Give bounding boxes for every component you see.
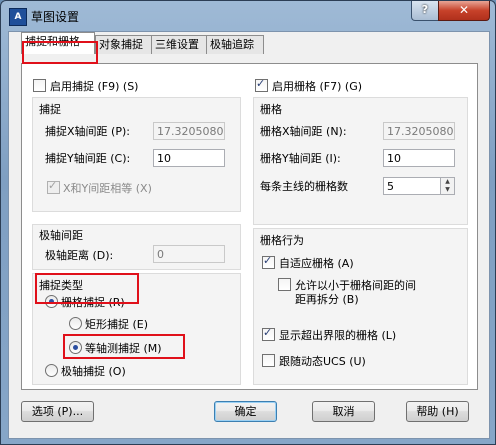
grid-behavior-title: 栅格行为 [260,234,304,247]
snap-x-spacing-label: 捕捉X轴间距 (P): [45,125,130,138]
snap-y-spacing-input[interactable]: 10 [153,149,225,167]
spin-down-icon[interactable]: ▼ [441,186,454,194]
enable-snap-checkbox[interactable] [33,79,46,92]
spin-up-icon[interactable]: ▲ [441,178,454,186]
snap-y-spacing-label: 捕捉Y轴间距 (C): [45,152,131,165]
polar-distance-label: 极轴距离 (D): [45,249,114,262]
major-line-label: 每条主线的栅格数 [260,180,348,193]
snap-group-title: 捕捉 [39,103,61,116]
dialog-client: 捕捉和栅格 对象捕捉 三维设置 极轴追踪 启用捕捉 (F9) (S) 捕捉 捕捉… [8,31,490,439]
help-button[interactable]: 帮助 (H) [406,401,469,422]
dialog-window: A 草图设置 ? ✕ 捕捉和栅格 对象捕捉 三维设置 极轴追踪 启用捕捉 (F9… [0,0,496,445]
polar-distance-input[interactable]: 0 [153,245,225,263]
grid-group-title: 栅格 [260,103,282,116]
follow-ucs-label: 跟随动态UCS (U) [279,355,366,368]
title-bar[interactable]: A 草图设置 ? ✕ [1,1,495,31]
grid-x-spacing-label: 栅格X轴间距 (N): [260,125,347,138]
grid-group: 栅格 栅格X轴间距 (N): 17.32050807 栅格Y轴间距 (I): 1… [253,97,468,225]
enable-grid-label: 启用栅格 (F7) (G) [272,80,363,93]
enable-grid-checkbox[interactable] [255,77,268,92]
snap-group: 捕捉 捕捉X轴间距 (P): 17.32050807 捕捉Y轴间距 (C): 1… [32,97,241,212]
cancel-button[interactable]: 取消 [312,401,375,422]
rect-snap-radio[interactable] [69,317,82,330]
equal-xy-checkbox[interactable] [47,179,60,194]
beyond-limits-checkbox[interactable] [262,326,275,341]
options-button[interactable]: 选项 (P)... [21,401,94,422]
tab-polar-tracking[interactable]: 极轴追踪 [206,35,264,54]
follow-ucs-checkbox[interactable] [262,354,275,367]
tab-highlight-box [22,41,98,64]
subdivide-checkbox[interactable] [278,278,291,291]
snap-x-spacing-input[interactable]: 17.32050807 [153,122,225,140]
close-button[interactable]: ✕ [438,1,490,21]
equal-xy-label: X和Y间距相等 (X) [63,182,152,195]
enable-snap-label: 启用捕捉 (F9) (S) [50,80,139,93]
polar-snap-radio[interactable] [45,364,58,377]
tab-3d-settings[interactable]: 三维设置 [151,35,209,54]
autocad-app-icon: A [9,8,27,26]
tab-object-snap[interactable]: 对象捕捉 [95,35,153,54]
close-icon: ✕ [458,3,470,17]
adaptive-grid-checkbox[interactable] [262,254,275,269]
snap-type-highlight-box [35,273,139,304]
major-line-spinner[interactable]: ▲ ▼ [441,177,455,195]
beyond-limits-label: 显示超出界限的栅格 (L) [279,329,397,342]
major-line-input[interactable]: 5 [383,177,441,195]
adaptive-grid-label: 自适应栅格 (A) [279,257,354,270]
help-title-button[interactable]: ? [411,1,439,21]
tab-panel: 启用捕捉 (F9) (S) 捕捉 捕捉X轴间距 (P): 17.32050807… [21,63,478,390]
polar-spacing-title: 极轴间距 [39,229,83,242]
subdivide-label-line2: 距再拆分 (B) [295,293,359,306]
grid-x-spacing-input[interactable]: 17.32050807 [383,122,455,140]
polar-snap-label: 极轴捕捉 (O) [61,365,126,378]
grid-y-spacing-label: 栅格Y轴间距 (I): [260,152,341,165]
grid-behavior-group: 栅格行为 自适应栅格 (A) 允许以小于栅格间距的间 距再拆分 (B) 显示超出… [253,228,468,385]
isometric-snap-highlight-box [63,334,185,359]
ok-button[interactable]: 确定 [214,401,277,422]
rect-snap-label: 矩形捕捉 (E) [85,318,149,331]
polar-spacing-group: 极轴间距 极轴距离 (D): 0 [32,224,241,270]
grid-y-spacing-input[interactable]: 10 [383,149,455,167]
window-title: 草图设置 [31,10,80,24]
